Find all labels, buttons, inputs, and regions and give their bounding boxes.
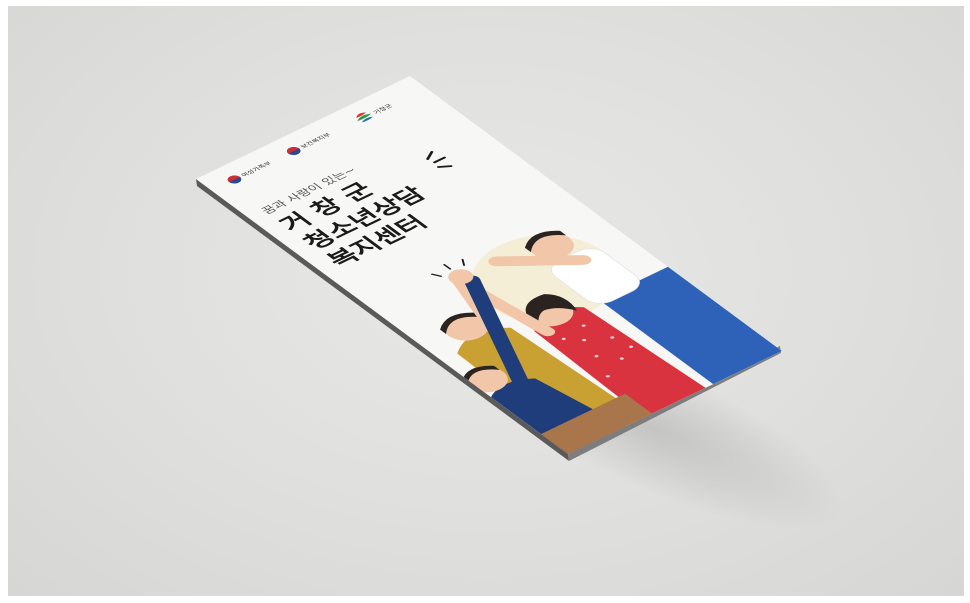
photo-background: 여성가족부 보건복지부 거창군 꿈과 사랑이 있는~ 거 창 군 청소년상담 복… — [8, 6, 964, 596]
brochure-mockup: 여성가족부 보건복지부 거창군 꿈과 사랑이 있는~ 거 창 군 청소년상담 복… — [196, 76, 782, 461]
